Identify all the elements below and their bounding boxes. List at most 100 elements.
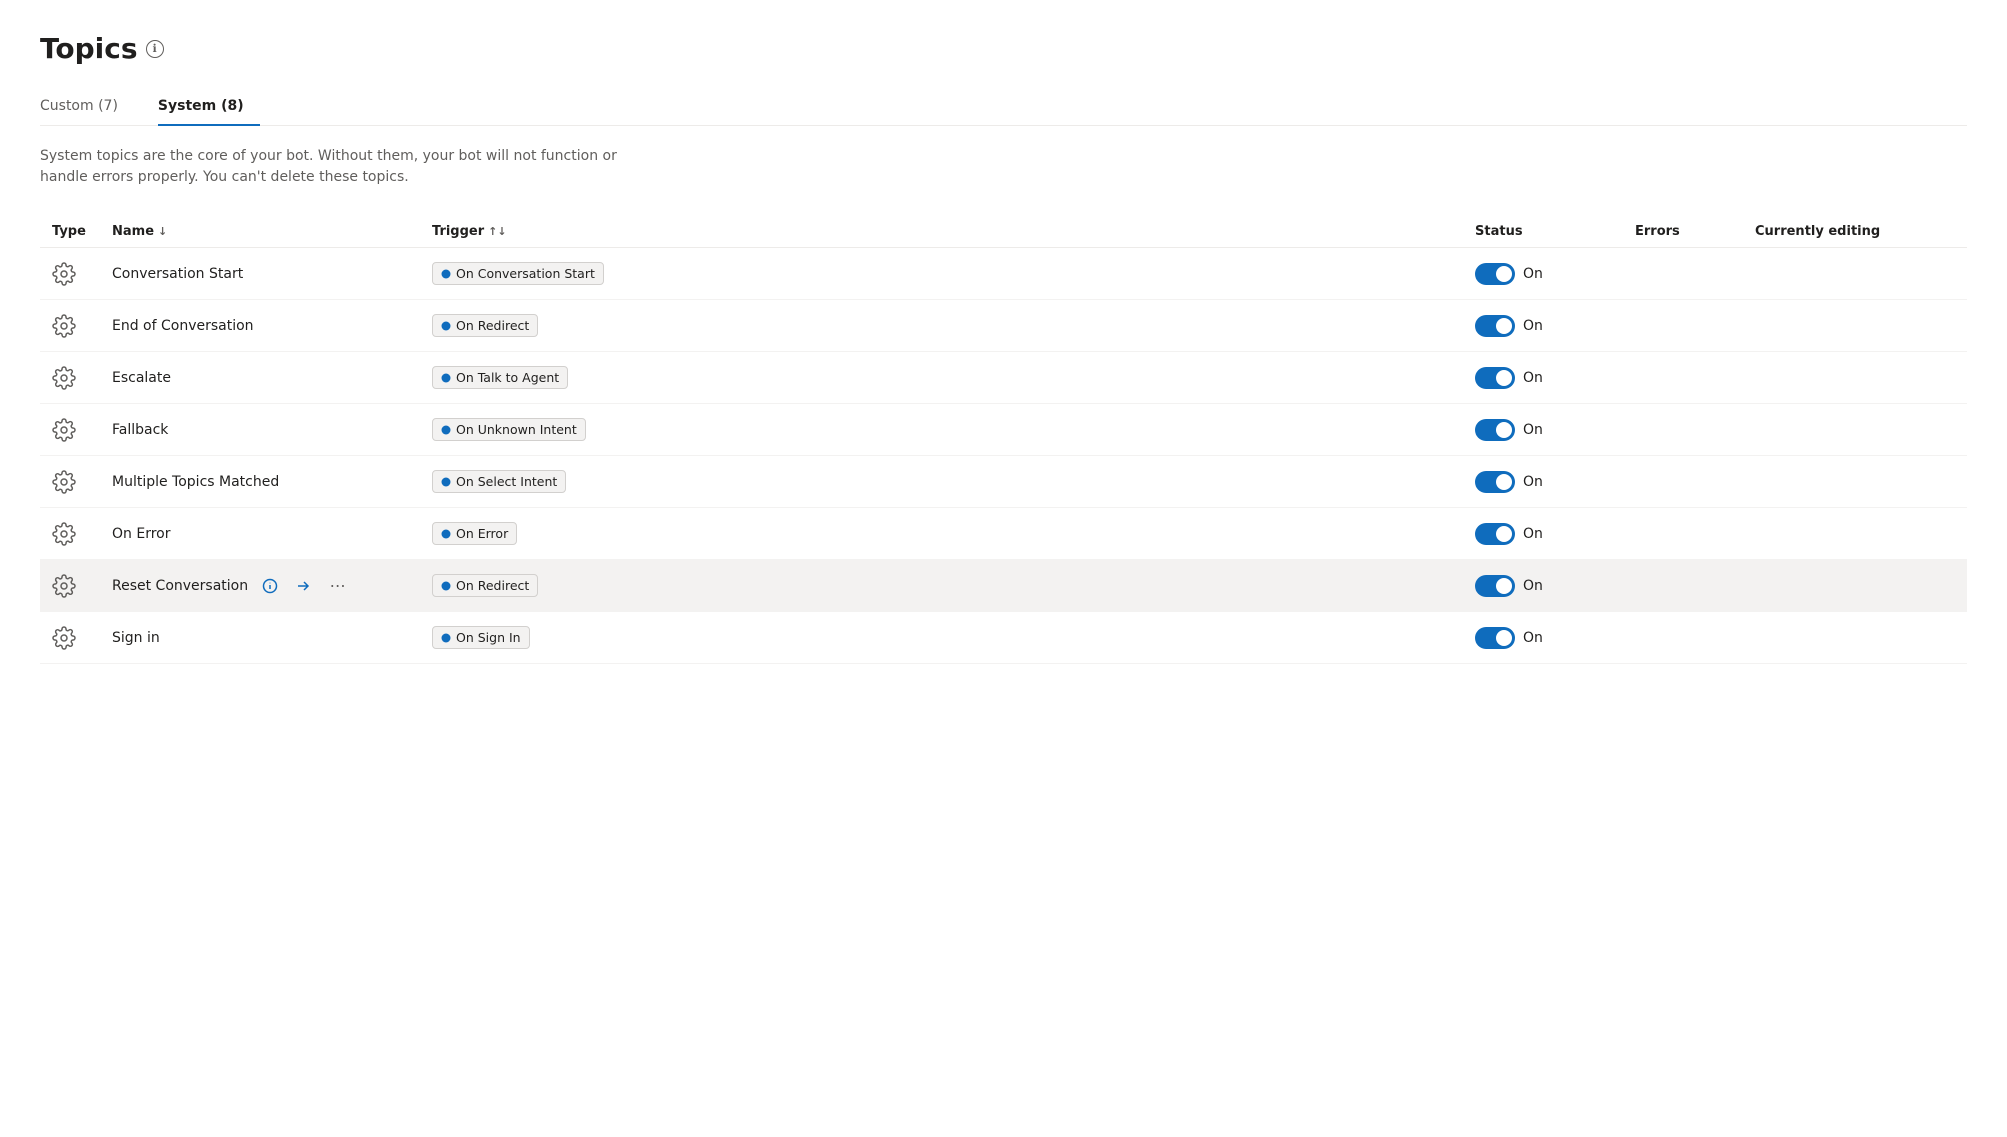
trigger-cell: On Select Intent [432,470,1475,493]
gear-icon [52,418,76,442]
col-type: Type [52,224,112,239]
type-cell [52,418,112,442]
type-cell [52,522,112,546]
trigger-dot-icon [441,321,451,331]
status-toggle[interactable] [1475,367,1515,389]
table-row[interactable]: On Error On Error On [40,508,1967,560]
trigger-sort-icon: ↑↓ [488,225,506,238]
trigger-label: On Error [456,526,508,541]
status-label: On [1523,578,1543,594]
toggle-slider [1475,367,1515,389]
col-errors-label: Errors [1635,224,1680,239]
status-toggle[interactable] [1475,627,1515,649]
row-name: On Error [112,526,170,542]
trigger-dot-icon [441,529,451,539]
col-editing-label: Currently editing [1755,224,1880,239]
gear-icon [52,366,76,390]
trigger-badge: On Error [432,522,517,545]
tab-system[interactable]: System (8) [158,90,260,126]
status-toggle[interactable] [1475,471,1515,493]
table-row[interactable]: Conversation Start On Conversation Start… [40,248,1967,300]
status-cell: On [1475,523,1635,545]
trigger-label: On Sign In [456,630,521,645]
status-toggle[interactable] [1475,315,1515,337]
trigger-cell: On Conversation Start [432,262,1475,285]
gear-icon [52,470,76,494]
trigger-label: On Redirect [456,578,529,593]
more-options-button[interactable]: ⋯ [324,572,352,600]
trigger-dot-icon [441,477,451,487]
ellipsis-icon: ⋯ [330,576,347,596]
trigger-cell: On Redirect [432,574,1475,597]
trigger-cell: On Sign In [432,626,1475,649]
status-label: On [1523,370,1543,386]
trigger-dot-icon [441,633,451,643]
status-cell: On [1475,471,1635,493]
toggle-slider [1475,315,1515,337]
trigger-dot-icon [441,581,451,591]
table-row[interactable]: Escalate On Talk to Agent On [40,352,1967,404]
status-toggle[interactable] [1475,523,1515,545]
status-toggle[interactable] [1475,575,1515,597]
type-cell [52,574,112,598]
table-header: Type Name ↓ Trigger ↑↓ Status Errors Cur… [40,216,1967,248]
name-cell: Conversation Start [112,266,432,282]
gear-icon [52,574,76,598]
tab-custom[interactable]: Custom (7) [40,90,134,126]
info-button[interactable] [256,572,284,600]
status-label: On [1523,630,1543,646]
trigger-badge: On Redirect [432,314,538,337]
name-cell: Escalate [112,370,432,386]
status-label: On [1523,474,1543,490]
row-name: Sign in [112,630,160,646]
row-actions: ⋯ [256,572,352,600]
table-row[interactable]: Multiple Topics Matched On Select Intent… [40,456,1967,508]
topics-table: Type Name ↓ Trigger ↑↓ Status Errors Cur… [40,216,1967,664]
trigger-label: On Select Intent [456,474,557,489]
page-container: Topics ℹ Custom (7) System (8) System to… [0,0,2007,696]
col-trigger-label: Trigger [432,224,484,239]
col-name[interactable]: Name ↓ [112,224,432,239]
status-toggle[interactable] [1475,263,1515,285]
trigger-label: On Redirect [456,318,529,333]
info-icon [262,578,278,594]
status-label: On [1523,318,1543,334]
status-cell: On [1475,419,1635,441]
page-description: System topics are the core of your bot. … [40,146,640,188]
col-status-label: Status [1475,224,1523,239]
status-cell: On [1475,627,1635,649]
col-editing: Currently editing [1755,224,1955,239]
page-title-row: Topics ℹ [40,32,1967,65]
gear-icon [52,314,76,338]
table-row[interactable]: Sign in On Sign In On [40,612,1967,664]
row-name: Fallback [112,422,168,438]
trigger-badge: On Sign In [432,626,530,649]
col-trigger[interactable]: Trigger ↑↓ [432,224,1475,239]
trigger-cell: On Redirect [432,314,1475,337]
trigger-dot-icon [441,373,451,383]
gear-icon [52,626,76,650]
row-name: Conversation Start [112,266,243,282]
redirect-icon [296,578,312,594]
row-name: End of Conversation [112,318,254,334]
table-row[interactable]: Reset Conversation ⋯ [40,560,1967,612]
redirect-button[interactable] [290,572,318,600]
gear-icon [52,522,76,546]
toggle-slider [1475,627,1515,649]
table-row[interactable]: End of Conversation On Redirect On [40,300,1967,352]
table-row[interactable]: Fallback On Unknown Intent On [40,404,1967,456]
type-cell [52,314,112,338]
status-toggle[interactable] [1475,419,1515,441]
toggle-slider [1475,523,1515,545]
trigger-cell: On Talk to Agent [432,366,1475,389]
name-cell: On Error [112,526,432,542]
type-cell [52,626,112,650]
col-name-label: Name [112,224,154,239]
trigger-cell: On Error [432,522,1475,545]
toggle-slider [1475,419,1515,441]
name-cell: Sign in [112,630,432,646]
name-sort-icon: ↓ [158,225,167,238]
page-info-icon[interactable]: ℹ [146,40,164,58]
trigger-cell: On Unknown Intent [432,418,1475,441]
trigger-dot-icon [441,269,451,279]
